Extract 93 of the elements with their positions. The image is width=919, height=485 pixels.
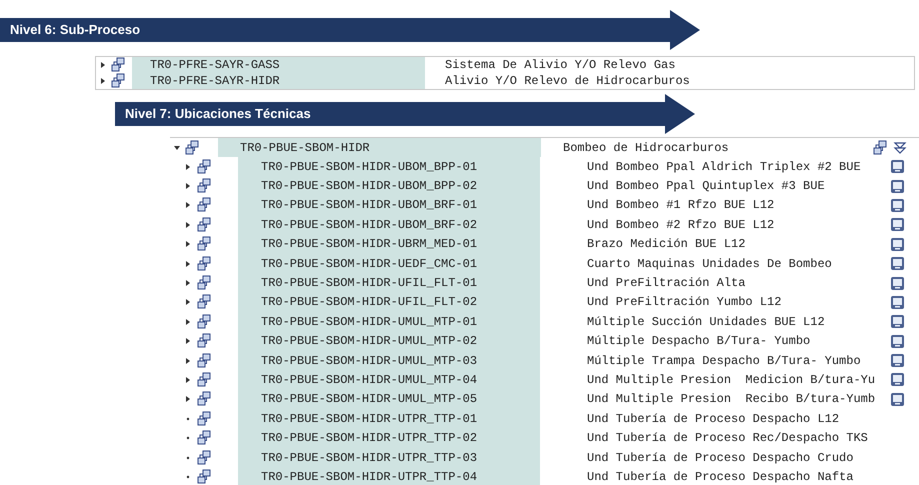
node-description: Cuarto Maquinas Unidades De Bombeo (587, 256, 832, 273)
linked-squares-icon (872, 140, 888, 156)
collapsed-caret-icon[interactable] (99, 77, 107, 85)
collapsed-caret-icon[interactable] (184, 260, 192, 268)
linked-squares-icon (196, 391, 212, 408)
node-id: TR0-PBUE-SBOM-HIDR-UMUL_MTP-05 (261, 391, 478, 408)
linked-squares-icon (110, 57, 126, 73)
monitor-icon[interactable] (890, 372, 905, 388)
monitor-icon[interactable] (890, 353, 905, 368)
node-id: TR0-PBUE-SBOM-HIDR-UTPR_TTP-01 (261, 410, 478, 428)
collapsed-caret-icon[interactable] (184, 376, 192, 384)
linked-squares-icon (196, 216, 212, 233)
node-description: Múltiple Despacho B/Tura- Yumbo (587, 333, 810, 350)
linked-squares-icon (184, 140, 200, 156)
node-description: Brazo Medición BUE L12 (587, 236, 746, 254)
linked-squares-icon (196, 178, 212, 194)
node-description: Sistema De Alivio Y/O Relevo Gas (445, 57, 676, 74)
linked-squares-icon (196, 158, 212, 175)
node-id: TR0-PBUE-SBOM-HIDR-UBRM_MED-01 (261, 236, 478, 254)
collapsed-caret-icon[interactable] (184, 220, 192, 229)
node-id: TR0-PBUE-SBOM-HIDR-UMUL_MTP-01 (261, 314, 478, 331)
node-description: Und Bombeo Ppal Quintuplex #3 BUE (587, 178, 825, 196)
collapsed-caret-icon[interactable] (184, 337, 192, 346)
monitor-icon[interactable] (890, 294, 905, 310)
node-id: TR0-PBUE-SBOM-HIDR-UTPR_TTP-03 (261, 450, 478, 467)
node-id: TR0-PBUE-SBOM-HIDR-UTPR_TTP-02 (261, 430, 478, 448)
monitor-icon[interactable] (890, 334, 905, 349)
node-id: TR0-PBUE-SBOM-HIDR-UEDF_CMC-01 (261, 256, 478, 273)
collapsed-caret-icon[interactable] (99, 61, 107, 69)
node-id: TR0-PBUE-SBOM-HIDR-UBOM_BPP-01 (261, 158, 478, 176)
node-description: Und Multiple Presion Medicion B/tura-Yu (587, 372, 876, 389)
collapsed-caret-icon[interactable] (184, 318, 192, 326)
collapsed-caret-icon[interactable] (184, 298, 192, 306)
collapsed-caret-icon[interactable] (184, 162, 192, 171)
monitor-icon[interactable] (890, 198, 905, 213)
linked-squares-icon (196, 314, 212, 330)
level-title: Nivel 6: Sub-Proceso (10, 21, 140, 39)
level-title: Nivel 7: Ubicaciones Técnicas (125, 105, 311, 123)
monitor-icon[interactable] (890, 314, 905, 330)
node-id: TR0-PBUE-SBOM-HIDR (240, 140, 370, 156)
filter-icon[interactable] (893, 140, 907, 154)
linked-squares-icon (196, 197, 212, 214)
node-id: TR0-PBUE-SBOM-HIDR-UFIL_FLT-01 (261, 275, 478, 292)
node-description: Múltiple Succión Unidades BUE L12 (587, 314, 825, 331)
node-id: TR0-PBUE-SBOM-HIDR-UMUL_MTP-03 (261, 352, 478, 370)
linked-squares-icon (196, 333, 212, 350)
linked-squares-icon (196, 294, 212, 310)
monitor-icon[interactable] (890, 178, 905, 194)
node-id: TR0-PBUE-SBOM-HIDR-UBOM_BPP-02 (261, 178, 478, 196)
node-id: TR0-PBUE-SBOM-HIDR-UFIL_FLT-02 (261, 294, 478, 312)
node-description: Bombeo de Hidrocarburos (563, 140, 729, 156)
collapsed-caret-icon[interactable] (184, 279, 192, 288)
expanded-caret-icon[interactable] (173, 144, 181, 152)
node-description: Und PreFiltración Alta (587, 275, 746, 292)
monitor-icon[interactable] (890, 276, 905, 291)
node-description: Und Multiple Presion Recibo B/tura-Yumb (587, 391, 876, 408)
monitor-icon[interactable] (890, 159, 905, 174)
collapsed-caret-icon[interactable] (184, 201, 192, 210)
node-description: Und Tubería de Proceso Despacho L12 (587, 410, 840, 428)
node-id: TR0-PBUE-SBOM-HIDR-UBOM_BRF-02 (261, 216, 478, 234)
node-id: TR0-PFRE-SAYR-GASS (150, 57, 280, 74)
linked-squares-icon (196, 352, 212, 369)
node-id: TR0-PBUE-SBOM-HIDR-UTPR_TTP-04 (261, 468, 478, 485)
node-id: TR0-PBUE-SBOM-HIDR-UMUL_MTP-04 (261, 372, 478, 389)
node-id: TR0-PFRE-SAYR-HIDR (150, 73, 280, 90)
linked-squares-icon (110, 73, 126, 89)
linked-squares-icon (196, 256, 212, 272)
collapsed-caret-icon[interactable] (184, 182, 192, 190)
monitor-icon[interactable] (890, 392, 905, 407)
monitor-icon[interactable] (890, 256, 905, 272)
node-description: Und Tubería de Proceso Despacho Crudo (587, 450, 854, 467)
linked-squares-icon (196, 450, 212, 466)
linked-squares-icon (196, 410, 212, 427)
collapsed-caret-icon[interactable] (184, 395, 192, 404)
collapsed-caret-icon[interactable] (184, 356, 192, 365)
collapsed-caret-icon[interactable] (184, 240, 192, 248)
linked-squares-icon (196, 430, 212, 446)
node-id: TR0-PBUE-SBOM-HIDR-UMUL_MTP-02 (261, 333, 478, 350)
node-id: TR0-PBUE-SBOM-HIDR-UBOM_BRF-01 (261, 197, 478, 214)
node-description: Und Tubería de Proceso Despacho Nafta (587, 468, 854, 485)
monitor-icon[interactable] (890, 217, 905, 232)
node-description: Und Bombeo #2 Rfzo BUE L12 (587, 216, 774, 234)
node-description: Und Tubería de Proceso Rec/Despacho TKS (587, 430, 868, 448)
linked-squares-icon (196, 468, 212, 485)
node-description: Und Bombeo Ppal Aldrich Triplex #2 BUE (587, 158, 861, 176)
node-description: Múltiple Trampa Despacho B/Tura- Yumbo (587, 352, 861, 370)
node-description: Und Bombeo #1 Rfzo BUE L12 (587, 197, 774, 214)
linked-squares-icon (196, 372, 212, 388)
linked-squares-icon (196, 236, 212, 252)
node-description: Alivio Y/O Relevo de Hidrocarburos (445, 73, 690, 90)
linked-squares-icon (196, 275, 212, 292)
monitor-icon[interactable] (890, 236, 905, 252)
node-description: Und PreFiltración Yumbo L12 (587, 294, 782, 312)
